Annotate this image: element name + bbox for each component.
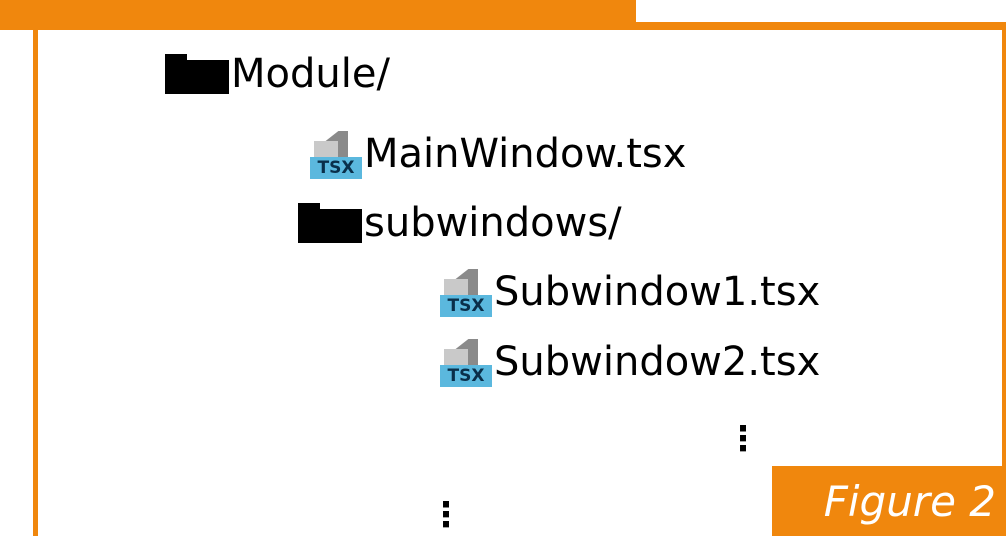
tree-item-mainwindow: TSX MainWindow.tsx bbox=[310, 124, 686, 184]
tsx-file-icon: TSX bbox=[440, 267, 492, 317]
frame-left-white bbox=[0, 30, 33, 536]
tree-item-module: Module/ bbox=[165, 44, 390, 104]
figure-label: Figure 2 bbox=[823, 476, 996, 526]
tree-item-label: Module/ bbox=[231, 51, 390, 97]
tsx-file-icon: TSX bbox=[440, 337, 492, 387]
inner-ellipsis: ⋮ bbox=[726, 422, 760, 456]
tree-item-label: subwindows/ bbox=[364, 200, 622, 246]
header-tab-bar-overlay bbox=[0, 0, 636, 30]
tree-item-label: Subwindow1.tsx bbox=[494, 269, 821, 315]
outer-ellipsis: ⋮ bbox=[429, 498, 463, 532]
tsx-badge: TSX bbox=[440, 365, 492, 387]
tree-item-label: MainWindow.tsx bbox=[364, 131, 687, 177]
tsx-file-icon: TSX bbox=[310, 129, 362, 179]
frame-right-border bbox=[1002, 22, 1006, 536]
folder-icon bbox=[298, 203, 362, 243]
tsx-badge: TSX bbox=[440, 295, 492, 317]
diagram-canvas: Module/ TSX MainWindow.tsx subwindows/ T… bbox=[0, 0, 1006, 536]
tree-item-subwindow2: TSX Subwindow2.tsx bbox=[440, 332, 820, 392]
folder-icon bbox=[165, 54, 229, 94]
tsx-badge: TSX bbox=[310, 157, 362, 179]
tree-item-label: Subwindow2.tsx bbox=[494, 339, 821, 385]
tree-item-subwindow1: TSX Subwindow1.tsx bbox=[440, 262, 820, 322]
tree-item-subwindows: subwindows/ bbox=[298, 193, 622, 253]
